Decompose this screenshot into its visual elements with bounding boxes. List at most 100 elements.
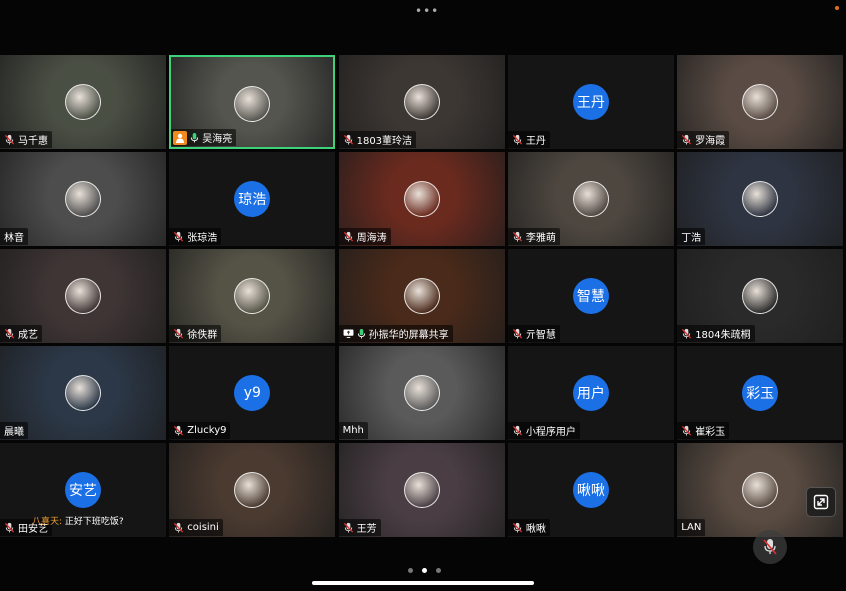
avatar-initials: 彩玉 [742, 375, 779, 411]
participant-tile[interactable]: 成艺 [0, 249, 166, 343]
avatar [403, 84, 440, 120]
participant-name-label: 1803董玲洁 [338, 131, 417, 148]
page-indicator[interactable] [408, 568, 441, 573]
participant-tile[interactable]: 徐佚群 [169, 249, 336, 343]
avatar [742, 278, 779, 314]
mic-on-icon [357, 329, 365, 339]
avatar [65, 278, 101, 314]
mic-off-icon [343, 522, 353, 533]
participant-name: coisini [187, 522, 219, 533]
participant-tile[interactable]: 智慧亓智慧 [507, 249, 674, 343]
mic-off-icon [4, 134, 15, 145]
avatar [403, 181, 440, 217]
mic-off-icon [4, 522, 15, 533]
mic-off-icon [512, 328, 522, 339]
participant-name-label: Zlucky9 [169, 422, 231, 439]
participant-name-label: coisini [169, 519, 223, 536]
participant-name: 啾啾 [525, 524, 546, 535]
participant-tile[interactable]: coisini [169, 443, 336, 537]
mic-off-icon [512, 522, 522, 533]
participant-name: 孙振华的屏幕共享 [368, 330, 449, 341]
participant-name-label: 徐佚群 [169, 325, 222, 342]
page-dot[interactable] [408, 568, 413, 573]
participant-name: 周海涛 [356, 233, 387, 244]
avatar [65, 84, 101, 120]
participant-name-label: 1804朱疏桐 [677, 325, 755, 342]
mute-toggle-button[interactable] [753, 530, 787, 564]
chat-sender: 八喜天: [32, 517, 63, 527]
participant-tile[interactable]: 吴海亮 [169, 55, 336, 149]
participant-tile[interactable]: 李雅萌 [507, 152, 674, 246]
avatar [742, 472, 779, 508]
participant-tile[interactable]: Mhh [338, 346, 505, 440]
participant-name-label: 李雅萌 [507, 228, 560, 245]
participant-name: 亓智慧 [525, 330, 556, 341]
participant-name: 马千惠 [18, 136, 48, 147]
participant-name-label: 林音 [0, 228, 28, 245]
participant-tile[interactable]: 孙振华的屏幕共享 [338, 249, 505, 343]
mic-off-icon [174, 425, 184, 436]
more-menu-button[interactable]: ••• [415, 4, 439, 18]
avatar [572, 181, 609, 217]
avatar [742, 84, 779, 120]
participant-name-label: 成艺 [0, 325, 42, 342]
participant-name: 成艺 [18, 330, 38, 341]
mic-off-icon [343, 231, 353, 242]
participant-name-label: 周海涛 [338, 228, 391, 245]
participant-name-label: 崔彩玉 [677, 422, 730, 439]
mic-off-icon [682, 328, 692, 339]
avatar [742, 181, 779, 217]
mic-off-icon [174, 328, 184, 339]
avatar-initials: 智慧 [572, 278, 609, 314]
participant-tile[interactable]: 马千惠 [0, 55, 166, 149]
participant-tile[interactable]: 彩玉 崔彩玉 [677, 346, 844, 440]
participant-tile[interactable]: 罗海霞 [677, 55, 844, 149]
chat-message: 正好下班吃饭? [64, 517, 124, 527]
participant-name: 丁浩 [681, 233, 702, 244]
participant-tile[interactable]: 1803董玲洁 [338, 55, 505, 149]
participant-name: 林音 [4, 233, 24, 244]
participant-tile[interactable]: 琼浩 张琼浩 [169, 152, 336, 246]
participant-name: 罗海霞 [695, 136, 726, 147]
participant-name-label: 啾啾 [507, 519, 550, 536]
participant-name-label: 丁浩 [677, 228, 706, 245]
participant-name: 王芳 [356, 524, 377, 535]
page-dot[interactable] [422, 568, 427, 573]
participant-name-label: 马千惠 [0, 131, 52, 148]
avatar [403, 472, 440, 508]
avatar [65, 375, 101, 411]
mic-off-icon [512, 231, 522, 242]
avatar-initials: 安艺 [65, 472, 101, 508]
participant-name: Mhh [342, 425, 364, 436]
host-badge-icon [173, 130, 188, 145]
participant-tile[interactable]: 1804朱疏桐 [677, 249, 844, 343]
participant-name-label: 亓智慧 [507, 325, 560, 342]
home-indicator[interactable] [312, 581, 534, 585]
mic-off-icon [682, 134, 692, 145]
participant-name: 吴海亮 [202, 134, 233, 145]
participant-tile[interactable]: 林音 [0, 152, 166, 246]
participant-name-label: 孙振华的屏幕共享 [338, 325, 453, 342]
participant-name-label: 张琼浩 [169, 228, 222, 245]
expand-button[interactable] [806, 487, 836, 517]
participant-tile[interactable]: 啾啾 啾啾 [507, 443, 674, 537]
participant-tile[interactable]: 晨曦 [0, 346, 166, 440]
participant-tile[interactable]: 丁浩 [677, 152, 844, 246]
participant-name: 李雅萌 [525, 233, 556, 244]
participant-tile[interactable]: 周海涛 [338, 152, 505, 246]
participant-name: 1804朱疏桐 [695, 330, 751, 341]
participant-tile[interactable]: 用户 小程序用户 [507, 346, 674, 440]
chat-bubble[interactable]: 八喜天: 正好下班吃饭? [32, 514, 124, 527]
avatar [65, 181, 101, 217]
participant-tile[interactable]: y9 Zlucky9 [169, 346, 336, 440]
avatar-initials: 王丹 [572, 84, 609, 120]
participant-tile[interactable]: 王丹 王丹 [507, 55, 674, 149]
participant-tile[interactable]: 王芳 [338, 443, 505, 537]
avatar-initials: 啾啾 [572, 472, 609, 508]
avatar-initials: 用户 [572, 375, 609, 411]
page-dot[interactable] [436, 568, 441, 573]
mic-off-icon [174, 231, 184, 242]
recording-indicator [835, 6, 839, 10]
participant-name-label: 王芳 [338, 519, 381, 536]
participant-name: 王丹 [525, 136, 546, 147]
